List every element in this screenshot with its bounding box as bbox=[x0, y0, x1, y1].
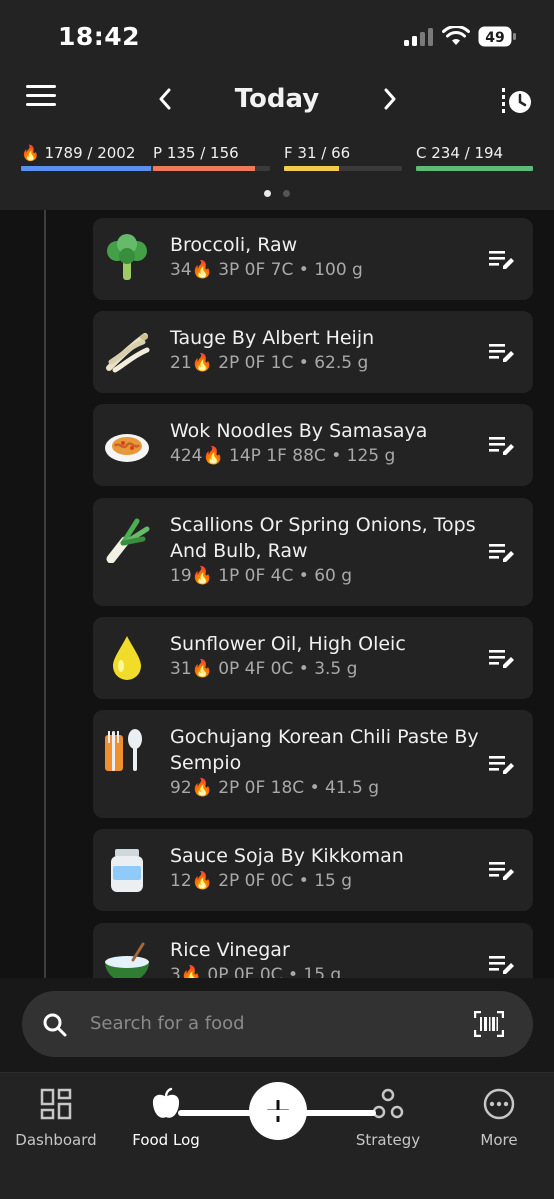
fat-bar bbox=[284, 166, 340, 171]
food-macros: 19🔥 1P 0F 4C • 60 g bbox=[170, 566, 353, 586]
timeline-history-button[interactable] bbox=[494, 84, 534, 118]
history-clock-icon bbox=[502, 88, 531, 113]
food-entry-card[interactable]: Tauge By Albert Heijn 21🔥 2P 0F 1C • 62.… bbox=[93, 311, 533, 393]
food-log-list[interactable]: Broccoli, Raw 34🔥 3P 0F 7C • 100 g Tauge… bbox=[0, 210, 554, 978]
oil-drop-icon bbox=[113, 636, 141, 680]
food-entry-card[interactable]: Sauce Soja By Kikkoman 12🔥 2P 0F 0C • 15… bbox=[93, 829, 533, 911]
noodles-icon bbox=[105, 434, 149, 462]
edit-entry-icon[interactable] bbox=[489, 249, 515, 271]
protein-label: P 135 / 156 bbox=[153, 144, 239, 162]
edit-entry-icon[interactable] bbox=[489, 860, 515, 882]
cellular-signal-icon bbox=[404, 28, 434, 46]
tab-label: Dashboard bbox=[15, 1131, 97, 1149]
search-input[interactable]: Search for a food bbox=[90, 1013, 245, 1034]
food-name: Scallions Or Spring Onions, Tops And Bul… bbox=[170, 514, 476, 562]
carbs-label: C 234 / 194 bbox=[416, 144, 504, 162]
fat-label: F 31 / 66 bbox=[284, 144, 351, 162]
protein-progress: P 135 / 156 bbox=[153, 144, 270, 174]
apple-icon bbox=[152, 1087, 180, 1118]
status-bar: 18:42 49 bbox=[0, 0, 554, 72]
food-entry-card[interactable]: Rice Vinegar 3🔥 0P 0F 0C • 15 g bbox=[93, 923, 533, 978]
tab-food-log[interactable]: Food Log bbox=[111, 1087, 221, 1149]
more-icon bbox=[483, 1088, 515, 1120]
food-entry-card[interactable]: Sunflower Oil, High Oleic 31🔥 0P 4F 0C •… bbox=[93, 617, 533, 699]
food-name: Rice Vinegar bbox=[170, 939, 290, 961]
food-name: Wok Noodles By Samasaya bbox=[170, 420, 428, 442]
food-name: Sauce Soja By Kikkoman bbox=[170, 845, 404, 867]
food-entry-card[interactable]: Scallions Or Spring Onions, Tops And Bul… bbox=[93, 498, 533, 606]
edit-entry-icon[interactable] bbox=[489, 342, 515, 364]
carbs-progress: C 234 / 194 bbox=[416, 144, 533, 174]
search-bar[interactable]: Search for a food bbox=[22, 991, 533, 1057]
broccoli-icon bbox=[107, 234, 147, 280]
food-macros: 12🔥 2P 0F 0C • 15 g bbox=[170, 871, 353, 891]
calories-label: 🔥 1789 / 2002 bbox=[21, 144, 136, 162]
tab-dashboard[interactable]: Dashboard bbox=[1, 1087, 111, 1149]
dashboard-icon bbox=[40, 1088, 72, 1120]
battery-level: 49 bbox=[485, 30, 504, 46]
tab-label: Food Log bbox=[132, 1131, 200, 1149]
search-area: Search for a food bbox=[0, 978, 554, 1074]
wifi-icon bbox=[442, 26, 470, 45]
food-macros: 34🔥 3P 0F 7C • 100 g bbox=[170, 260, 363, 280]
food-name: Tauge By Albert Heijn bbox=[170, 327, 375, 349]
bottom-tab-bar: Dashboard Food Log Strategy More bbox=[0, 1072, 554, 1199]
search-icon bbox=[43, 1013, 67, 1037]
jar-icon bbox=[111, 849, 143, 892]
tab-strategy[interactable]: Strategy bbox=[333, 1087, 443, 1149]
strategy-icon bbox=[372, 1088, 404, 1119]
food-macros: 92🔥 2P 0F 18C • 41.5 g bbox=[170, 778, 380, 798]
food-entry-card[interactable]: Broccoli, Raw 34🔥 3P 0F 7C • 100 g bbox=[93, 218, 533, 300]
tab-label: More bbox=[480, 1131, 518, 1149]
food-macros: 21🔥 2P 0F 1C • 62.5 g bbox=[170, 353, 369, 373]
food-name: Gochujang Korean Chili Paste By Sempio bbox=[170, 726, 479, 774]
edit-entry-icon[interactable] bbox=[489, 754, 515, 776]
calories-bar bbox=[21, 166, 151, 171]
edit-entry-icon[interactable] bbox=[489, 435, 515, 457]
protein-bar bbox=[153, 166, 255, 171]
food-entry-card[interactable]: Wok Noodles By Samasaya 424🔥 14P 1F 88C … bbox=[93, 404, 533, 486]
timeline-line bbox=[44, 210, 46, 978]
app-header: Today 🔥 1789 / 2002 P 135 / 156 F 31 / 6… bbox=[0, 72, 554, 210]
fat-progress: F 31 / 66 bbox=[284, 144, 402, 174]
edit-entry-icon[interactable] bbox=[489, 954, 515, 976]
status-time: 18:42 bbox=[58, 22, 141, 51]
food-name: Sunflower Oil, High Oleic bbox=[170, 633, 406, 655]
food-macros: 424🔥 14P 1F 88C • 125 g bbox=[170, 446, 396, 466]
food-macros: 31🔥 0P 4F 0C • 3.5 g bbox=[170, 659, 358, 679]
next-day-button[interactable] bbox=[375, 82, 405, 116]
food-macros: 3🔥 0P 0F 0C • 15 g bbox=[170, 965, 342, 978]
tab-label: Strategy bbox=[355, 1131, 421, 1149]
chevron-right-icon bbox=[384, 88, 396, 110]
bowl-icon bbox=[105, 942, 149, 978]
tab-more[interactable]: More bbox=[444, 1087, 554, 1149]
scallion-icon bbox=[106, 518, 150, 563]
page-dot-1[interactable] bbox=[264, 190, 271, 197]
bean-sprouts-icon bbox=[106, 333, 150, 373]
food-name: Broccoli, Raw bbox=[170, 234, 298, 256]
page-dot-2[interactable] bbox=[283, 190, 290, 197]
battery-icon: 49 bbox=[478, 26, 516, 47]
carbs-bar bbox=[416, 166, 533, 171]
food-entry-card[interactable]: Gochujang Korean Chili Paste By Sempio 9… bbox=[93, 710, 533, 818]
page-title[interactable]: Today bbox=[0, 84, 554, 114]
calories-progress: 🔥 1789 / 2002 bbox=[21, 144, 167, 174]
edit-entry-icon[interactable] bbox=[489, 648, 515, 670]
home-indicator[interactable] bbox=[178, 1110, 376, 1116]
edit-entry-icon[interactable] bbox=[489, 542, 515, 564]
page-indicator[interactable] bbox=[264, 190, 290, 197]
barcode-scanner-icon[interactable] bbox=[474, 1011, 504, 1037]
cutlery-icon bbox=[105, 729, 142, 771]
